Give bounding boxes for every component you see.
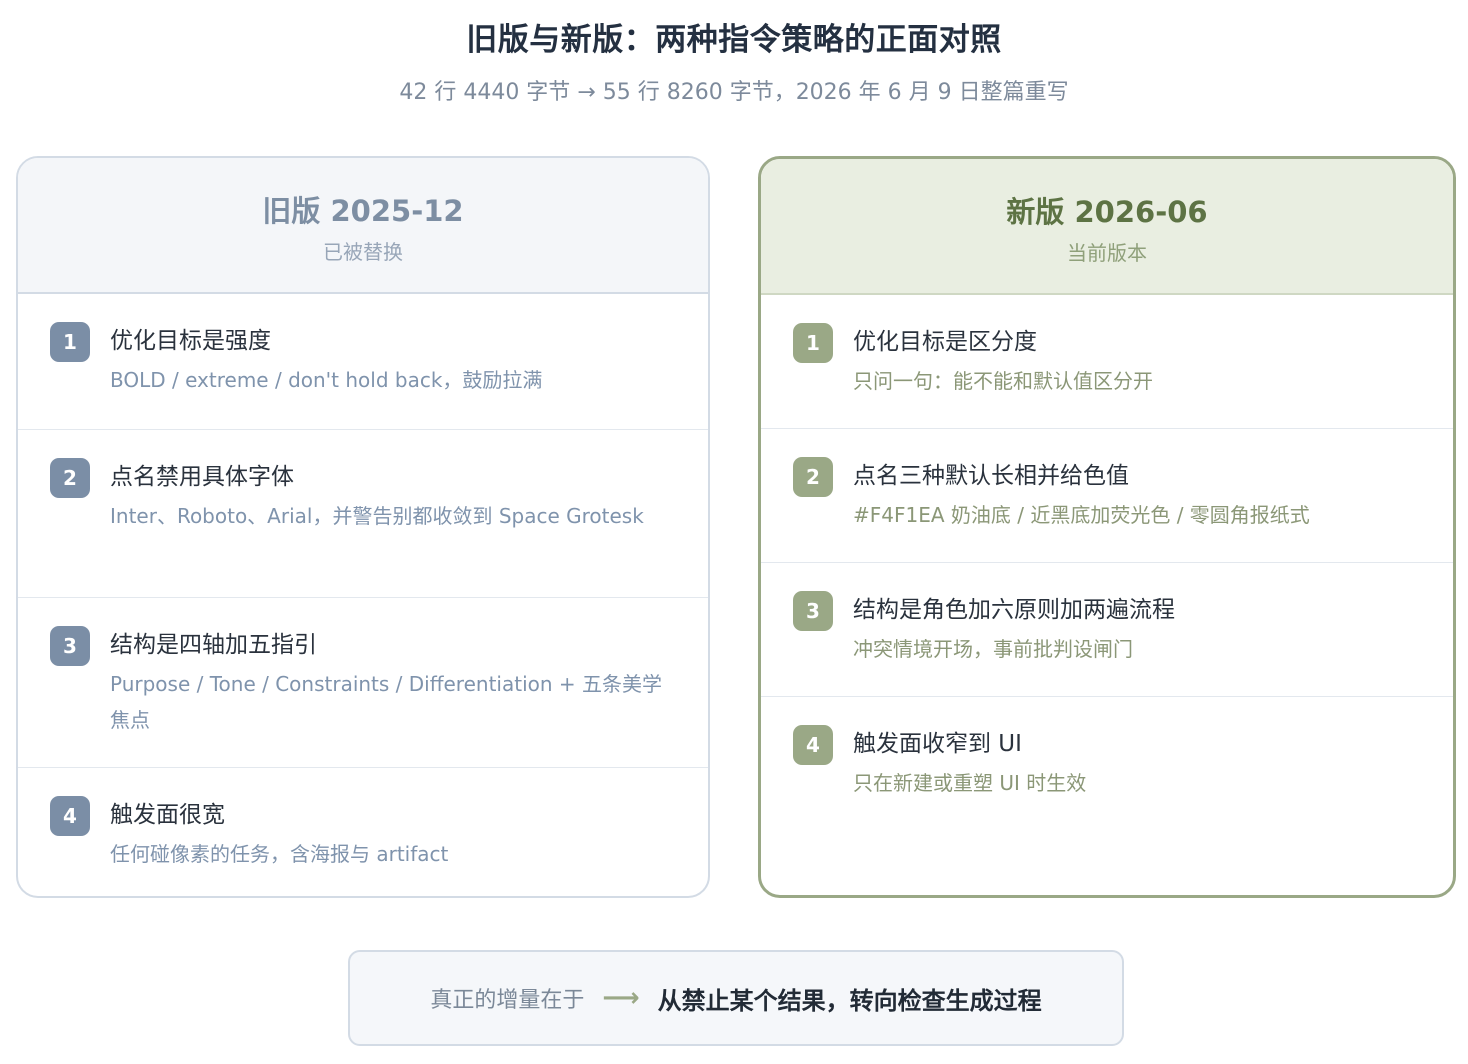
new-item-1: 1 优化目标是区分度 只问一句：能不能和默认值区分开 xyxy=(761,295,1453,429)
old-item-4: 4 触发面很宽 任何碰像素的任务，含海报与 artifact xyxy=(18,768,708,896)
old-item-2: 2 点名禁用具体字体 Inter、Roboto、Arial，并警告别都收敛到 S… xyxy=(18,430,708,598)
old-item-title: 点名禁用具体字体 xyxy=(110,464,294,490)
old-panel-name: 旧版 2025-12 xyxy=(262,194,464,228)
page-title: 旧版与新版：两种指令策略的正面对照 xyxy=(466,22,1002,58)
new-item-desc: #F4F1EA 奶油底 / 近黑底加荧光色 / 零圆角报纸式 xyxy=(853,503,1310,527)
old-item-desc: 任何碰像素的任务，含海报与 artifact xyxy=(110,842,449,866)
old-item-1: 1 优化目标是强度 BOLD / extreme / don't hold ba… xyxy=(18,294,708,430)
old-item-number: 4 xyxy=(50,796,90,836)
new-panel-header: 新版 2026-06 当前版本 xyxy=(761,159,1453,295)
new-panel-name: 新版 2026-06 xyxy=(1006,195,1208,229)
old-version-panel: 旧版 2025-12 已被替换 1 优化目标是强度 BOLD / extreme… xyxy=(16,156,710,898)
new-version-panel: 新版 2026-06 当前版本 1 优化目标是区分度 只问一句：能不能和默认值区… xyxy=(758,156,1456,898)
old-item-3: 3 结构是四轴加五指引 Purpose / Tone / Constraints… xyxy=(18,598,708,768)
conclusion-main: 从禁止某个结果，转向检查生成过程 xyxy=(657,986,1042,1015)
new-item-title: 结构是角色加六原则加两遍流程 xyxy=(853,597,1175,623)
old-item-number: 1 xyxy=(50,322,90,362)
old-item-desc: BOLD / extreme / don't hold back，鼓励拉满 xyxy=(110,368,543,392)
new-panel-status: 当前版本 xyxy=(1067,241,1147,265)
new-item-desc: 只问一句：能不能和默认值区分开 xyxy=(853,369,1153,393)
old-item-number: 2 xyxy=(50,458,90,498)
new-item-title: 点名三种默认长相并给色值 xyxy=(853,463,1129,489)
arrow-right-icon: ⟶ xyxy=(602,983,640,1013)
old-item-title: 优化目标是强度 xyxy=(110,328,271,354)
old-item-desc: Purpose / Tone / Constraints / Different… xyxy=(110,672,663,732)
old-item-title: 结构是四轴加五指引 xyxy=(110,632,317,658)
new-item-title: 优化目标是区分度 xyxy=(853,329,1037,355)
old-panel-status: 已被替换 xyxy=(323,240,403,264)
new-item-number: 1 xyxy=(793,323,833,363)
new-item-4: 4 触发面收窄到 UI 只在新建或重塑 UI 时生效 xyxy=(761,697,1453,831)
old-item-title: 触发面很宽 xyxy=(110,802,225,828)
new-item-2: 2 点名三种默认长相并给色值 #F4F1EA 奶油底 / 近黑底加荧光色 / 零… xyxy=(761,429,1453,563)
new-item-title: 触发面收窄到 UI xyxy=(853,731,1022,757)
new-item-3: 3 结构是角色加六原则加两遍流程 冲突情境开场，事前批判设闸门 xyxy=(761,563,1453,697)
new-item-desc: 冲突情境开场，事前批判设闸门 xyxy=(853,637,1133,661)
old-item-number: 3 xyxy=(50,626,90,666)
conclusion-lead: 真正的增量在于 xyxy=(430,988,585,1013)
old-item-desc: Inter、Roboto、Arial，并警告别都收敛到 Space Grotes… xyxy=(110,504,644,528)
new-item-desc: 只在新建或重塑 UI 时生效 xyxy=(853,771,1087,795)
old-panel-header: 旧版 2025-12 已被替换 xyxy=(18,158,708,294)
page-subtitle: 42 行 4440 字节 → 55 行 8260 字节，2026 年 6 月 9… xyxy=(399,80,1069,105)
new-item-number: 2 xyxy=(793,457,833,497)
conclusion-box: 真正的增量在于 ⟶ 从禁止某个结果，转向检查生成过程 xyxy=(348,950,1124,1046)
new-item-number: 4 xyxy=(793,725,833,765)
new-item-number: 3 xyxy=(793,591,833,631)
